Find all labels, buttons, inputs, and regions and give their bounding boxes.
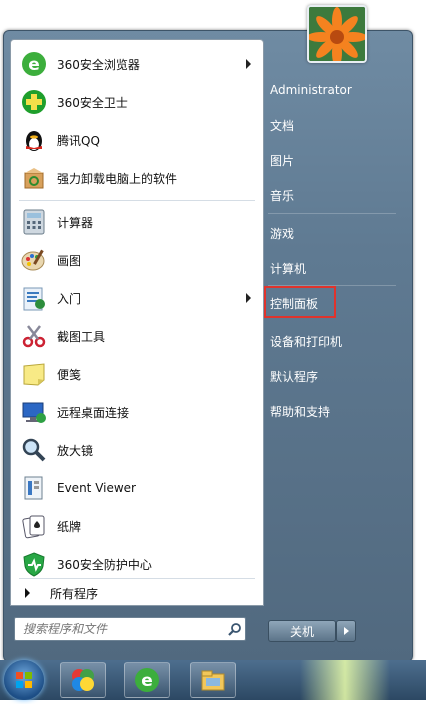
- separator: [19, 200, 255, 201]
- 360-browser-icon: e: [135, 668, 159, 692]
- right-item-music[interactable]: 音乐: [264, 182, 400, 208]
- event-viewer-icon: [19, 473, 49, 503]
- scissors-icon: [19, 321, 49, 351]
- right-item-games[interactable]: 游戏: [264, 220, 400, 246]
- program-item-getting-started[interactable]: 入门: [15, 280, 259, 316]
- program-label: 远程桌面连接: [57, 405, 130, 420]
- program-label: 360安全防护中心: [57, 557, 152, 572]
- qq-penguin-icon: [19, 125, 49, 155]
- 360-guard-icon: [19, 87, 49, 117]
- program-item-magnifier[interactable]: 放大镜: [15, 432, 259, 468]
- program-item-calculator[interactable]: 计算器: [15, 204, 259, 240]
- control-panel-highlight-box: [264, 286, 336, 318]
- 360-balls-icon: [72, 669, 94, 691]
- taskbar-glow: [300, 660, 390, 700]
- program-label: 入门: [57, 291, 82, 306]
- program-label: 放大镜: [57, 443, 94, 458]
- 360-browser-icon: e: [19, 49, 49, 79]
- magnifier-icon: [19, 435, 49, 465]
- program-label: 360安全卫士: [57, 95, 128, 110]
- sticky-note-icon: [19, 359, 49, 389]
- programs-pane: e 360安全浏览器 360安全卫士 腾讯QQ 强力卸载电脑上的软件 计算器 画…: [10, 39, 264, 606]
- program-label: 计算器: [57, 215, 94, 230]
- solitaire-cards-icon: [19, 511, 49, 541]
- program-label: 腾讯QQ: [57, 133, 100, 148]
- program-item-360-security-center[interactable]: 360安全防护中心: [15, 546, 259, 582]
- file-explorer-icon: [201, 670, 225, 691]
- right-item-pictures[interactable]: 图片: [264, 147, 400, 173]
- program-item-qq[interactable]: 腾讯QQ: [15, 122, 259, 158]
- right-item-documents[interactable]: 文档: [264, 112, 400, 138]
- right-item-help-support[interactable]: 帮助和支持: [264, 398, 400, 424]
- program-item-event-viewer[interactable]: Event Viewer: [15, 470, 259, 506]
- search-box[interactable]: [14, 617, 246, 641]
- paint-palette-icon: [19, 245, 49, 275]
- program-item-paint[interactable]: 画图: [15, 242, 259, 278]
- all-programs-button[interactable]: 所有程序: [15, 582, 259, 604]
- program-label: 纸牌: [57, 519, 82, 534]
- program-item-sticky-notes[interactable]: 便笺: [15, 356, 259, 392]
- svg-text:e: e: [28, 55, 40, 75]
- submenu-arrow-icon[interactable]: [246, 293, 251, 303]
- start-orb-icon[interactable]: [4, 660, 44, 700]
- right-item-default-programs[interactable]: 默认程序: [264, 363, 400, 389]
- getting-started-icon: [19, 283, 49, 313]
- program-item-360-guard[interactable]: 360安全卫士: [15, 84, 259, 120]
- svg-text:e: e: [141, 671, 153, 691]
- program-item-remote-desktop[interactable]: 远程桌面连接: [15, 394, 259, 430]
- program-label: 360安全浏览器: [57, 57, 140, 72]
- arrow-right-icon: [343, 627, 349, 635]
- program-label: 画图: [57, 253, 82, 268]
- all-programs-label: 所有程序: [50, 586, 99, 601]
- arrow-right-icon: [25, 588, 30, 598]
- search-input[interactable]: [21, 619, 225, 639]
- program-item-360-browser[interactable]: e 360安全浏览器: [15, 46, 259, 82]
- program-label: 便笺: [57, 367, 82, 382]
- search-icon[interactable]: [225, 619, 245, 639]
- taskbar-item-360-browser[interactable]: e: [124, 662, 170, 698]
- taskbar-item-360[interactable]: [60, 662, 106, 698]
- right-item-devices-printers[interactable]: 设备和打印机: [264, 328, 400, 354]
- program-item-solitaire[interactable]: 纸牌: [15, 508, 259, 544]
- shutdown-button[interactable]: 关机: [268, 620, 336, 642]
- uninstall-box-icon: [19, 163, 49, 193]
- program-label: 截图工具: [57, 329, 106, 344]
- flower-picture-icon: [309, 7, 365, 61]
- program-label: Event Viewer: [57, 481, 136, 495]
- right-item-computer[interactable]: 计算机: [264, 255, 400, 281]
- program-item-uninstall[interactable]: 强力卸载电脑上的软件: [15, 160, 259, 196]
- program-label: 强力卸载电脑上的软件: [57, 171, 178, 186]
- 360-shield-icon: [19, 549, 49, 579]
- shutdown-options-button[interactable]: [336, 620, 356, 642]
- separator: [268, 213, 396, 214]
- separator: [19, 578, 255, 579]
- user-name-link[interactable]: Administrator: [264, 77, 400, 103]
- submenu-arrow-icon[interactable]: [246, 59, 251, 69]
- calculator-icon: [19, 207, 49, 237]
- remote-desktop-icon: [19, 397, 49, 427]
- taskbar-item-explorer[interactable]: [190, 662, 236, 698]
- user-avatar[interactable]: [307, 5, 367, 63]
- program-item-snipping-tool[interactable]: 截图工具: [15, 318, 259, 354]
